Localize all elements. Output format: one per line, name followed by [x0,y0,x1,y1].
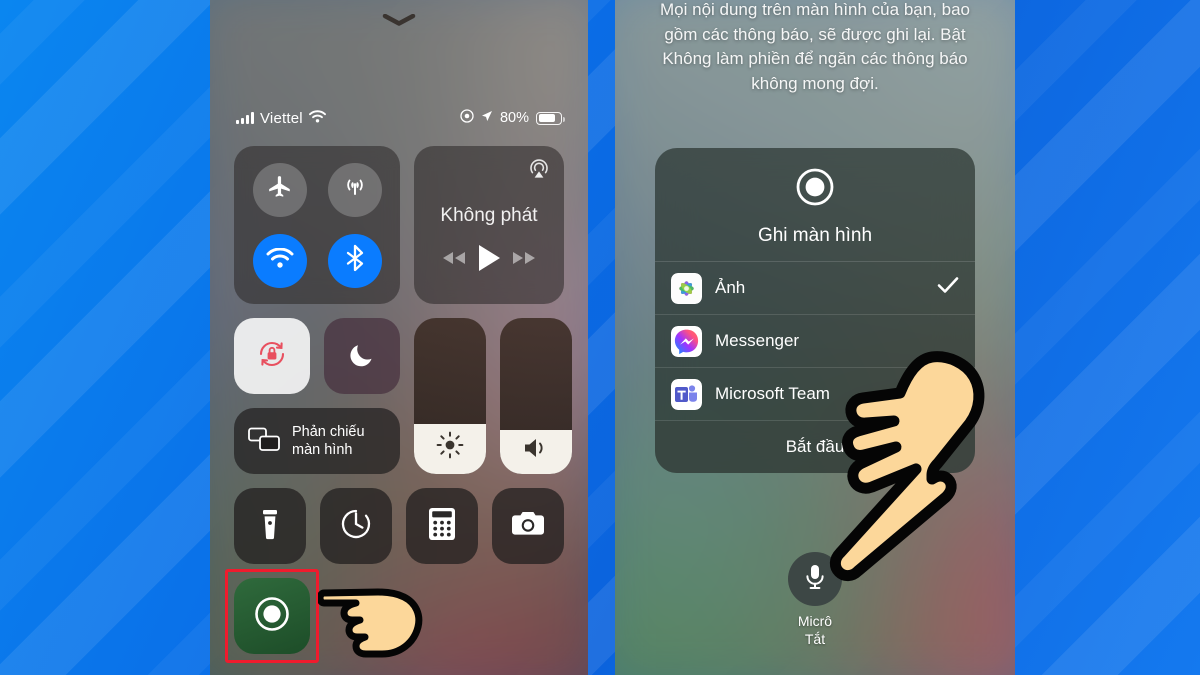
volume-slider[interactable] [500,318,572,474]
camera-button[interactable] [492,488,564,564]
screen-recording-sheet: Ghi màn hình [655,148,975,473]
control-center-grid: Không phát [234,146,564,668]
wifi-icon [309,110,326,127]
cc-row-top: Không phát [234,146,564,304]
microphone-label: Micrô Tắt [798,613,832,648]
screen-mirroring-button[interactable]: Phản chiếu màn hình [234,408,400,474]
record-icon[interactable] [792,164,838,215]
flashlight-button[interactable] [234,488,306,564]
record-icon [252,594,292,639]
blue-striped-backdrop [0,0,1200,675]
microphone-button[interactable] [788,552,842,606]
rotation-lock-toggle[interactable] [234,318,310,394]
rotation-lock-icon [254,336,290,377]
fast-forward-icon[interactable] [511,250,537,271]
start-recording-button[interactable]: Bắt đầu [655,421,975,473]
status-bar: Viettel 80% [210,104,588,132]
cellular-antenna-icon [341,173,369,206]
chevron-down-icon[interactable] [382,14,416,26]
camera-icon [511,510,545,543]
cc-shortcut-row [234,488,564,564]
timer-button[interactable] [320,488,392,564]
microphone-icon [802,562,828,597]
rewind-icon[interactable] [441,250,467,271]
list-item[interactable]: Messenger [655,315,975,368]
list-item[interactable]: Ảnh [655,262,975,315]
microsoft-teams-app-icon [671,379,702,410]
screen-mirroring-icon [247,425,281,458]
media-controls [414,243,564,278]
brightness-slider[interactable] [414,318,486,474]
wifi-toggle[interactable] [253,234,307,288]
cellular-data-toggle[interactable] [328,163,382,217]
battery-icon [536,112,562,125]
right-phone-screen: Mọi nội dung trên màn hình của bạn, bao … [615,0,1015,675]
cc-row-middle: Phản chiếu màn hình [234,318,564,474]
sheet-title: Ghi màn hình [758,225,872,247]
screen-record-button[interactable] [234,578,310,654]
screen-record-wrapper [234,578,310,654]
play-icon[interactable] [476,243,502,278]
volume-fill [500,430,572,474]
carrier-label: Viettel [260,110,303,127]
airplane-mode-toggle[interactable] [253,163,307,217]
cc-left-column: Phản chiếu màn hình [234,318,400,474]
microphone-control: Micrô Tắt [615,552,1015,648]
bluetooth-toggle[interactable] [328,234,382,288]
location-arrow-icon [481,110,493,126]
brightness-sun-icon [435,430,465,469]
speaker-icon [521,435,551,470]
messenger-app-icon [671,326,702,357]
app-label: Microsoft Team [715,384,959,404]
flashlight-icon [255,507,285,546]
checkmark-icon [937,276,959,300]
brightness-fill [414,424,486,474]
airplay-audio-icon[interactable] [528,158,550,185]
sheet-header: Ghi màn hình [655,148,975,261]
app-label: Messenger [715,331,959,351]
cc-row-record [234,578,564,654]
now-playing-title: Không phát [440,205,537,227]
list-item[interactable]: Microsoft Team [655,368,975,421]
do-not-disturb-toggle[interactable] [324,318,400,394]
photos-app-icon [671,273,702,304]
left-phone-screen: Viettel 80% [210,0,588,675]
battery-percent-label: 80% [500,110,529,126]
bluetooth-icon [344,244,366,277]
calculator-icon [429,508,455,545]
connectivity-group [234,146,400,304]
airplane-icon [267,174,293,205]
calculator-button[interactable] [406,488,478,564]
moon-icon [346,338,378,375]
sliders-group [414,318,572,474]
now-playing-panel[interactable]: Không phát [414,146,564,304]
recording-notice-text: Mọi nội dung trên màn hình của bạn, bao … [643,0,987,97]
destination-app-list: Ảnh [655,261,975,421]
screen-mirroring-label: Phản chiếu màn hình [292,423,365,459]
app-label: Ảnh [715,278,924,298]
signal-bars-icon [236,112,254,124]
timer-icon [339,507,373,546]
wifi-icon [266,248,294,274]
screen-lock-rotation-icon [460,109,474,127]
